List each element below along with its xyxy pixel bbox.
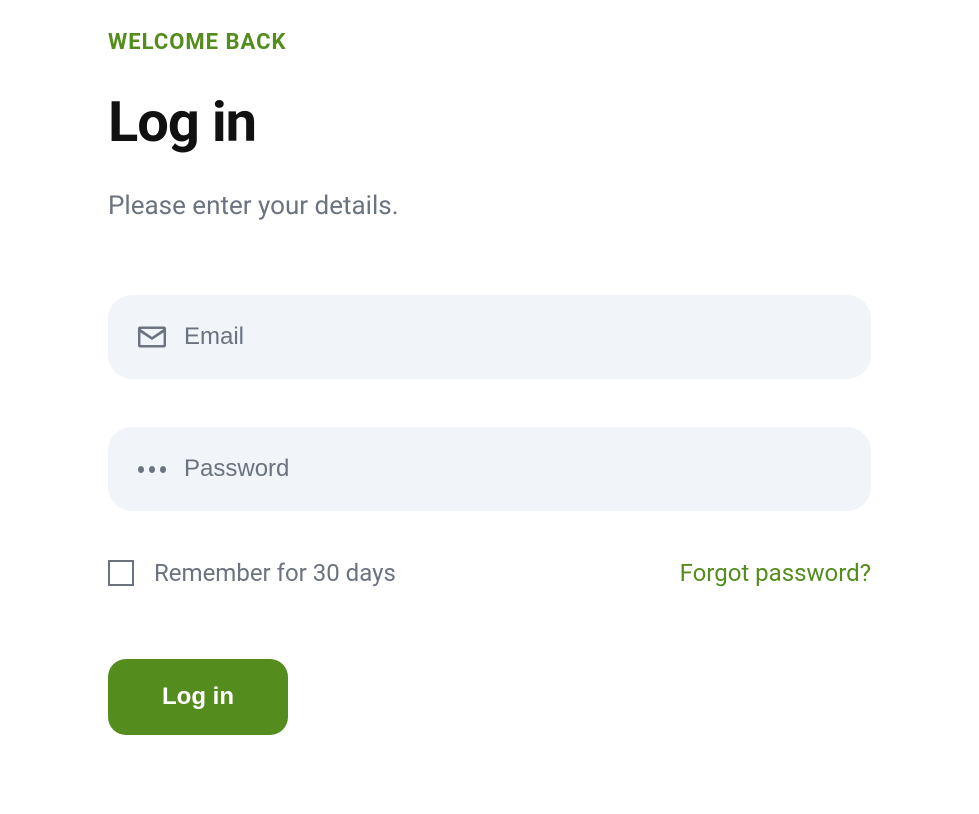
welcome-text: WELCOME BACK bbox=[108, 30, 871, 55]
password-input[interactable] bbox=[184, 455, 841, 483]
password-icon bbox=[138, 455, 166, 483]
remember-checkbox[interactable] bbox=[108, 560, 134, 586]
email-input[interactable] bbox=[184, 323, 841, 351]
remember-checkbox-wrapper[interactable]: Remember for 30 days bbox=[108, 559, 396, 587]
subtitle: Please enter your details. bbox=[108, 191, 871, 221]
login-button[interactable]: Log in bbox=[108, 659, 288, 735]
email-field-wrapper[interactable] bbox=[108, 295, 871, 379]
forgot-password-link[interactable]: Forgot password? bbox=[680, 559, 871, 587]
login-form: WELCOME BACK Log in Please enter your de… bbox=[108, 30, 871, 735]
page-title: Log in bbox=[108, 89, 871, 155]
options-row: Remember for 30 days Forgot password? bbox=[108, 559, 871, 587]
remember-label: Remember for 30 days bbox=[154, 559, 396, 587]
password-field-wrapper[interactable] bbox=[108, 427, 871, 511]
email-icon bbox=[138, 323, 166, 351]
